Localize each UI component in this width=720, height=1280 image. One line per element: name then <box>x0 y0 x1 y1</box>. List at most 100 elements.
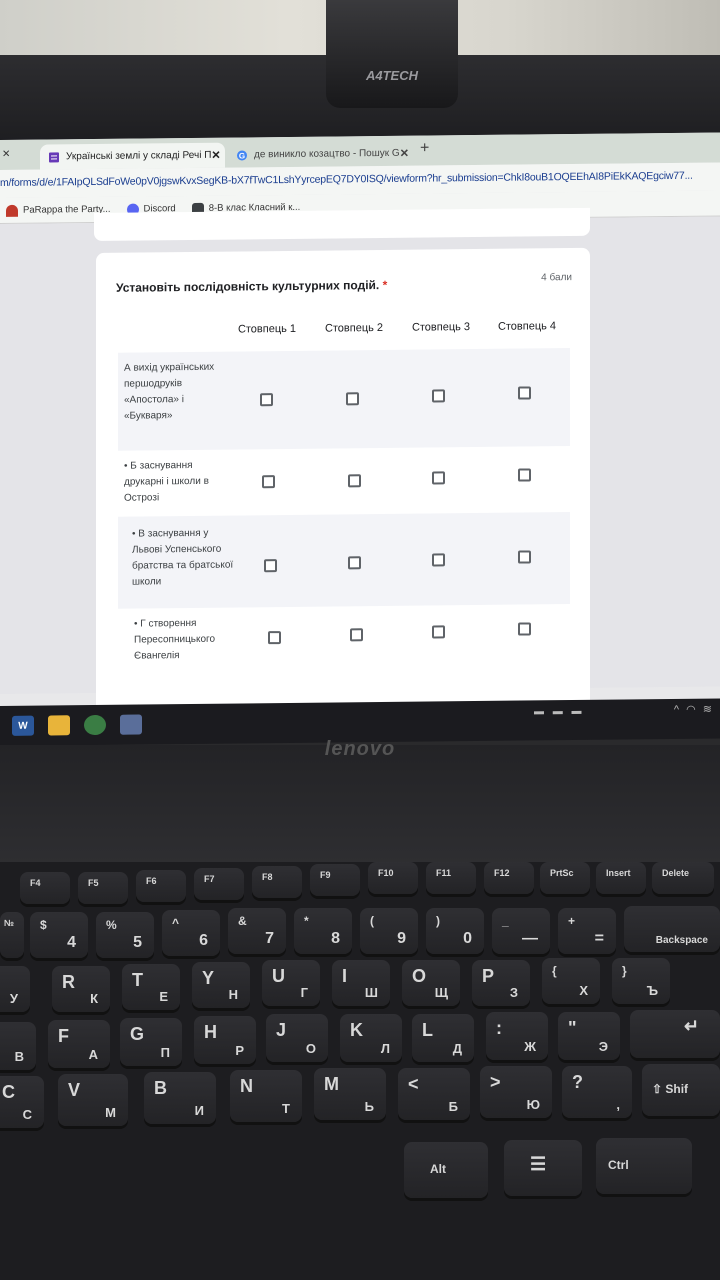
key-lat: T <box>132 970 143 990</box>
new-tab-button[interactable]: + <box>420 140 429 158</box>
checkbox[interactable] <box>518 622 531 636</box>
key-f4[interactable]: F4 <box>20 872 70 904</box>
key-alt[interactable]: Alt <box>404 1142 488 1198</box>
key-lat: V <box>68 1080 81 1100</box>
key-o[interactable]: OЩ <box>402 960 460 1006</box>
key-cyr: И <box>194 1103 204 1118</box>
key-semicolon[interactable]: :Ж <box>486 1012 548 1060</box>
key-i[interactable]: IШ <box>332 960 390 1006</box>
key-f[interactable]: FА <box>48 1020 110 1068</box>
checkbox[interactable] <box>262 475 275 489</box>
paint-icon[interactable] <box>120 714 142 735</box>
close-icon[interactable]: ✕ <box>211 149 220 162</box>
key-9[interactable]: (9 <box>360 908 418 954</box>
checkbox[interactable] <box>350 628 363 642</box>
checkbox[interactable] <box>260 393 273 407</box>
key-e[interactable]: У <box>0 966 30 1012</box>
key-j[interactable]: JО <box>266 1014 328 1062</box>
checkbox[interactable] <box>518 386 531 400</box>
key-d[interactable]: В <box>0 1022 36 1070</box>
key-5[interactable]: % 5 <box>96 912 154 958</box>
key-lat: N <box>240 1076 253 1096</box>
checkbox[interactable] <box>432 553 445 567</box>
checkbox[interactable] <box>346 392 359 406</box>
tray-icons-left[interactable]: ▬ ▬ ▬ <box>534 706 585 718</box>
key-label: % <box>106 918 117 932</box>
key-bracket-right[interactable]: } Ъ <box>612 958 670 1004</box>
checkbox[interactable] <box>432 471 445 485</box>
key-f11[interactable]: F11 <box>426 862 476 894</box>
file-explorer-icon[interactable] <box>48 715 70 736</box>
key-label: F7 <box>204 874 215 884</box>
key-4[interactable]: $4 <box>30 912 88 958</box>
lenovo-logo: lenovo <box>324 738 396 760</box>
key-enter[interactable]: ↵ <box>630 1010 720 1058</box>
key-period[interactable]: > Ю <box>480 1066 552 1118</box>
checkbox[interactable] <box>518 550 531 564</box>
key-f12[interactable]: F12 <box>484 862 534 894</box>
key-shift[interactable]: ⇧ Shif <box>642 1064 720 1116</box>
key-delete[interactable]: Delete <box>652 862 714 894</box>
key-8[interactable]: * 8 <box>294 908 352 954</box>
key-n[interactable]: NТ <box>230 1070 302 1122</box>
close-icon[interactable]: ✕ <box>400 147 409 160</box>
key-backspace[interactable]: Backspace <box>624 906 720 952</box>
key-label: PrtSc <box>550 868 574 878</box>
key-f8[interactable]: F8 <box>252 866 302 898</box>
tab-search[interactable]: G де виникло козацтво - Пошук G ✕ <box>228 140 414 168</box>
key-prtsc[interactable]: PrtSc <box>540 862 590 894</box>
key-cyr: , <box>616 1097 620 1112</box>
key-v[interactable]: VМ <box>58 1074 128 1126</box>
key-u[interactable]: UГ <box>262 960 320 1006</box>
google-icon: G <box>236 149 248 161</box>
key-cyr: Е <box>159 989 168 1004</box>
key-l[interactable]: LД <box>412 1014 474 1062</box>
key-f6[interactable]: F6 <box>136 870 186 902</box>
key-f10[interactable]: F10 <box>368 862 418 894</box>
key-menu[interactable]: ☰ <box>504 1140 582 1196</box>
key-y[interactable]: YН <box>192 962 250 1008</box>
key-slash[interactable]: ?, <box>562 1066 632 1118</box>
key-ctrl[interactable]: Ctrl <box>596 1138 692 1194</box>
checkbox[interactable] <box>348 556 361 570</box>
word-icon[interactable]: W <box>12 715 34 736</box>
key-f7[interactable]: F7 <box>194 868 244 900</box>
checkbox[interactable] <box>268 631 281 645</box>
key-lat: O <box>412 966 427 986</box>
key-b[interactable]: BИ <box>144 1072 216 1124</box>
key-0[interactable]: ) 0 <box>426 908 484 954</box>
key-no[interactable]: № <box>0 912 24 958</box>
key-digit: — <box>522 930 538 947</box>
key-f9[interactable]: F9 <box>310 864 360 896</box>
key-minus[interactable]: _ — <box>492 908 550 954</box>
key-p[interactable]: PЗ <box>472 960 530 1006</box>
checkbox[interactable] <box>432 625 445 639</box>
key-h[interactable]: HР <box>194 1016 256 1064</box>
tab-forms[interactable]: Українські землі у складі Речі П ✕ <box>40 142 225 170</box>
checkbox[interactable] <box>264 559 277 573</box>
key-k[interactable]: KЛ <box>340 1014 402 1062</box>
system-tray[interactable]: ^ ◠ ≋ <box>674 703 714 716</box>
key-comma[interactable]: < Б <box>398 1068 470 1120</box>
key-bracket-left[interactable]: {Х <box>542 958 600 1004</box>
laptop-bottom-bezel <box>0 745 720 865</box>
key-m[interactable]: MЬ <box>314 1068 386 1120</box>
key-digit: 6 <box>199 932 208 949</box>
chrome-icon[interactable] <box>84 714 106 736</box>
key-c[interactable]: CС <box>0 1076 44 1128</box>
key-f5[interactable]: F5 <box>78 872 128 904</box>
checkbox[interactable] <box>518 468 531 482</box>
key-6[interactable]: ^ 6 <box>162 910 220 956</box>
tab-close-icon[interactable]: ✕ <box>2 149 10 160</box>
key-label: Backspace <box>655 935 708 946</box>
key-g[interactable]: GП <box>120 1018 182 1066</box>
key-r[interactable]: RК <box>52 966 110 1012</box>
key-7[interactable]: & 7 <box>228 908 286 954</box>
key-t[interactable]: TЕ <box>122 964 180 1010</box>
checkbox[interactable] <box>432 389 445 403</box>
key-quote[interactable]: " Э <box>558 1012 620 1060</box>
key-insert[interactable]: Insert <box>596 862 646 894</box>
url-text[interactable]: m/forms/d/e/1FAIpQLSdFoWe0pV0jgswKvxSegK… <box>0 170 693 189</box>
key-equals[interactable]: + = <box>558 908 616 954</box>
checkbox[interactable] <box>348 474 361 488</box>
